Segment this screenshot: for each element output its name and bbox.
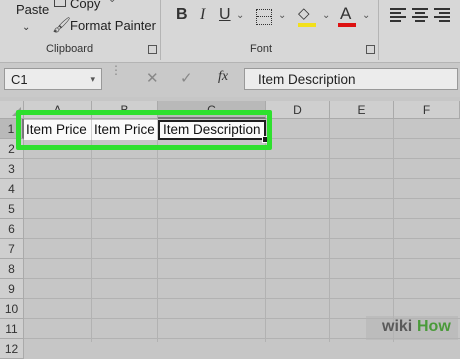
copy-button[interactable]: Copy bbox=[70, 0, 100, 11]
formula-content: Item Description bbox=[258, 72, 356, 87]
dialog-launcher-icon[interactable] bbox=[148, 45, 157, 54]
column-header-d[interactable]: D bbox=[266, 101, 330, 119]
paintbrush-icon[interactable]: 🖌︎ bbox=[52, 16, 71, 34]
gridline bbox=[91, 119, 92, 342]
italic-button[interactable]: I bbox=[200, 6, 205, 24]
fill-color-swatch bbox=[298, 23, 316, 27]
row-header-10[interactable]: 10 bbox=[0, 299, 24, 319]
cancel-icon[interactable]: ✕ bbox=[146, 69, 159, 87]
enter-check-icon[interactable]: ✓ bbox=[180, 69, 193, 87]
align-right-icon[interactable] bbox=[434, 8, 450, 22]
row-header-9[interactable]: 9 bbox=[0, 279, 24, 299]
group-divider bbox=[160, 0, 161, 60]
column-header-f[interactable]: F bbox=[394, 101, 460, 119]
more-options-icon[interactable]: ⋮ bbox=[110, 64, 122, 76]
chevron-down-icon[interactable]: ⌄ bbox=[362, 10, 370, 21]
dialog-launcher-icon[interactable] bbox=[366, 45, 375, 54]
row-header-12[interactable]: 12 bbox=[0, 339, 24, 359]
chevron-down-icon[interactable]: ⌄ bbox=[22, 22, 30, 33]
chevron-down-icon[interactable]: ▾ bbox=[90, 74, 95, 85]
clipboard-group-label: Clipboard bbox=[46, 43, 94, 55]
font-color-button[interactable]: A bbox=[340, 4, 351, 24]
align-center-icon[interactable] bbox=[412, 8, 428, 22]
column-header-e[interactable]: E bbox=[330, 101, 394, 119]
font-group-label: Font bbox=[250, 43, 273, 55]
watermark-wiki: wiki bbox=[382, 318, 413, 335]
row-header-8[interactable]: 8 bbox=[0, 259, 24, 279]
format-painter-button[interactable]: Format Painter bbox=[70, 18, 156, 33]
wikihow-watermark: wiki How bbox=[366, 316, 458, 340]
chevron-down-icon[interactable]: ⌄ bbox=[108, 0, 116, 5]
chevron-down-icon[interactable]: ⌄ bbox=[322, 10, 330, 21]
formula-input[interactable]: Item Description bbox=[244, 68, 458, 90]
align-left-icon[interactable] bbox=[390, 8, 406, 22]
formula-bar: C1 ▾ ⋮ ✕ ✓ fx Item Description bbox=[0, 63, 460, 97]
group-divider bbox=[378, 0, 379, 60]
row-header-11[interactable]: 11 bbox=[0, 319, 24, 339]
row-header-6[interactable]: 6 bbox=[0, 219, 24, 239]
row-header-5[interactable]: 5 bbox=[0, 199, 24, 219]
gridline bbox=[329, 119, 330, 342]
font-color-swatch bbox=[338, 23, 356, 27]
underline-button[interactable]: U bbox=[219, 6, 231, 24]
cell-area[interactable] bbox=[24, 119, 460, 342]
gridline bbox=[157, 119, 158, 342]
insert-function-button[interactable]: fx bbox=[218, 69, 228, 85]
gridline bbox=[393, 119, 394, 342]
watermark-how: How bbox=[417, 318, 451, 335]
bold-button[interactable]: B bbox=[176, 6, 188, 24]
name-box-value: C1 bbox=[11, 72, 28, 87]
chevron-down-icon[interactable]: ⌄ bbox=[236, 10, 244, 21]
paste-button[interactable]: Paste bbox=[16, 2, 49, 17]
ribbon: Paste ⌄ Copy ⌄ 🖌︎ Format Painter Clipboa… bbox=[0, 0, 460, 63]
name-box[interactable]: C1 ▾ bbox=[4, 68, 102, 90]
borders-icon[interactable] bbox=[256, 9, 272, 25]
row-header-3[interactable]: 3 bbox=[0, 159, 24, 179]
fill-color-icon[interactable]: ◇ bbox=[298, 4, 310, 22]
chevron-down-icon[interactable]: ⌄ bbox=[278, 10, 286, 21]
row-header-7[interactable]: 7 bbox=[0, 239, 24, 259]
row-header-4[interactable]: 4 bbox=[0, 179, 24, 199]
gridline bbox=[265, 119, 266, 342]
green-highlight-box bbox=[16, 110, 272, 150]
copy-icon[interactable] bbox=[54, 0, 66, 7]
